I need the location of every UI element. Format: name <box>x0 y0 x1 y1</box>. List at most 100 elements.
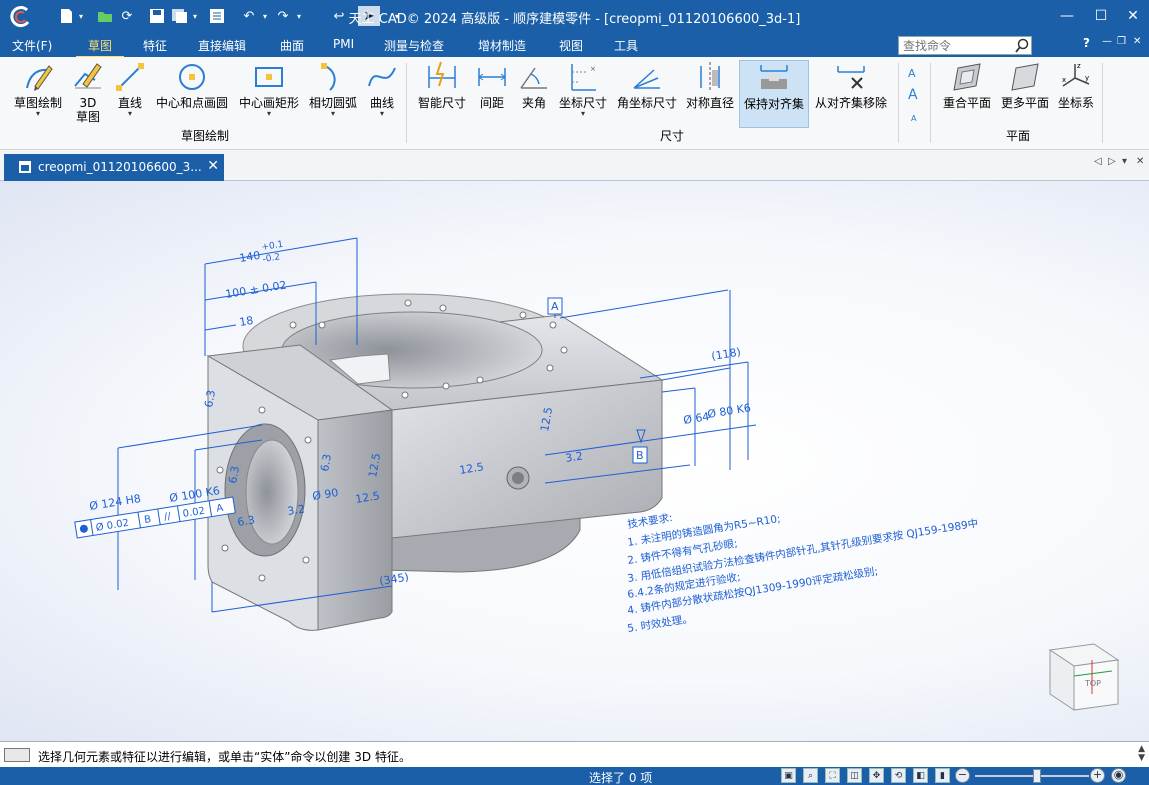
dim-6-3-d[interactable]: 6.3 <box>236 513 255 529</box>
line-button[interactable]: 直线 ▾ <box>112 60 148 128</box>
pan-icon[interactable]: ✥ <box>869 768 884 783</box>
tab-list-icon[interactable]: ▾ <box>1122 156 1127 167</box>
search-icon[interactable] <box>1014 36 1032 55</box>
menu-additive[interactable]: 增材制造 <box>478 37 526 54</box>
chevron-down-icon[interactable]: ▾ <box>267 110 271 118</box>
open-file-icon[interactable] <box>96 6 114 26</box>
zoom-slider-thumb[interactable] <box>1033 769 1041 783</box>
menu-file[interactable]: 文件(F) <box>12 37 52 54</box>
center-rectangle-button[interactable]: 中心画矩形 ▾ <box>236 60 302 128</box>
style-icon[interactable]: ◧ <box>913 768 928 783</box>
3d-sketch-button[interactable]: 3D 草图 <box>70 60 106 128</box>
tab-prev-icon[interactable]: ◁ <box>1094 156 1102 167</box>
redo-icon[interactable]: ↷ <box>274 6 292 26</box>
tab-next-icon[interactable]: ▷ <box>1108 156 1116 167</box>
menu-tools[interactable]: 工具 <box>614 37 638 54</box>
prompt-scroll-icon[interactable]: ▲ ▼ <box>1138 745 1145 763</box>
symmetric-diameter-button[interactable]: 对称直径 <box>683 60 737 128</box>
zoom-in-button[interactable]: + <box>1090 768 1105 783</box>
menu-direct-edit[interactable]: 直接编辑 <box>198 37 246 54</box>
coincident-plane-button[interactable]: 重合平面 <box>938 60 996 128</box>
zoom-slider[interactable] <box>975 775 1089 777</box>
keyboard-icon[interactable] <box>4 748 30 762</box>
save-as-icon[interactable] <box>170 6 188 26</box>
app-logo-icon[interactable] <box>8 5 32 29</box>
ribbon-close-icon[interactable]: ✕ <box>1133 36 1141 47</box>
remove-from-alignment-set-button[interactable]: 从对齐集移除 <box>811 60 891 128</box>
dim-d124[interactable]: Ø 124 H8 <box>88 492 141 513</box>
angle-button[interactable]: 夹角 <box>516 60 552 128</box>
menu-pmi[interactable]: PMI <box>333 37 354 51</box>
chevron-down-icon[interactable]: ▾ <box>581 110 585 118</box>
svg-text:z: z <box>1077 62 1081 70</box>
help-icon[interactable]: ? <box>1083 36 1090 50</box>
svg-text:x: x <box>1062 76 1066 84</box>
datum-b-front[interactable]: B <box>636 449 644 462</box>
undo-icon[interactable]: ↶ <box>240 6 258 26</box>
ribbon-restore-icon[interactable]: ❐ <box>1117 36 1126 47</box>
menu-measure[interactable]: 测量与检查 <box>384 37 444 54</box>
text-style-button[interactable]: AAA <box>904 63 926 131</box>
angular-coordinate-button[interactable]: 角坐标尺寸 <box>614 60 680 128</box>
minimize-button[interactable]: — <box>1051 4 1083 28</box>
save-icon[interactable] <box>148 6 166 26</box>
select-dropdown-icon[interactable]: ▾ <box>392 6 402 26</box>
coordinate-dimension-button[interactable]: × 坐标尺寸 ▾ <box>556 60 610 128</box>
tangent-arc-button[interactable]: 相切圆弧 ▾ <box>305 60 361 128</box>
dim-d64[interactable]: Ø 64 <box>682 410 710 427</box>
chevron-down-icon[interactable]: ▾ <box>36 110 40 118</box>
properties-icon[interactable] <box>208 6 226 26</box>
settings-icon[interactable]: ◉ <box>1111 768 1126 783</box>
close-button[interactable]: ✕ <box>1117 4 1149 28</box>
select-tool-icon[interactable]: ➤ <box>358 6 380 26</box>
dim-d80[interactable]: Ø 80 K6 <box>706 401 751 421</box>
maximize-button[interactable]: ☐ <box>1085 4 1117 28</box>
menu-feature[interactable]: 特征 <box>143 37 167 54</box>
repeat-icon[interactable]: ↩ <box>330 6 348 26</box>
command-search-input[interactable] <box>898 36 1032 55</box>
view-cube[interactable]: TOP <box>1048 643 1120 711</box>
view-orient-icon[interactable]: ◫ <box>847 768 862 783</box>
zoom-out-button[interactable]: − <box>955 768 970 783</box>
undo-dropdown-icon[interactable]: ▾ <box>260 6 270 26</box>
technical-requirements[interactable]: 技术要求: 1. 未注明的铸造圆角为R5~R10; 2. 铸件不得有气孔砂眼; … <box>626 511 979 635</box>
circle-center-button[interactable]: 中心和点画圆 <box>152 60 232 128</box>
dim-118[interactable]: (118) <box>710 345 741 362</box>
menu-view[interactable]: 视图 <box>559 37 583 54</box>
dim-3-2-b[interactable]: 3.2 <box>286 502 305 518</box>
new-dropdown-icon[interactable]: ▾ <box>76 6 86 26</box>
chevron-down-icon[interactable]: ▾ <box>380 110 384 118</box>
fit-icon[interactable]: ⛶ <box>825 768 840 783</box>
close-tab-icon[interactable]: ✕ <box>207 158 219 174</box>
document-tab[interactable]: creopmi_01120106600_3... ✕ <box>4 154 224 181</box>
refresh-icon[interactable]: ⟳ <box>118 6 136 26</box>
dim-140[interactable]: 140 <box>238 249 261 265</box>
part-model[interactable]: 140 +0.1 -0.2 100 ± 0.02 18 (118) Ø 64 Ø… <box>0 181 1149 741</box>
zoom-area-icon[interactable]: ▣ <box>781 768 796 783</box>
save-dropdown-icon[interactable]: ▾ <box>190 6 200 26</box>
more-planes-button[interactable]: 更多平面 <box>996 60 1054 128</box>
datum-a-top[interactable]: A <box>551 300 559 313</box>
dim-18[interactable]: 18 <box>238 314 254 329</box>
chevron-down-icon[interactable]: ▾ <box>331 110 335 118</box>
svg-text:A: A <box>911 114 917 123</box>
menu-sketch[interactable]: 草图 <box>75 37 125 58</box>
menu-surface[interactable]: 曲面 <box>280 37 304 54</box>
coordinate-system-button[interactable]: zy x 坐标系 <box>1054 60 1098 128</box>
graphics-viewport[interactable]: 140 +0.1 -0.2 100 ± 0.02 18 (118) Ø 64 Ø… <box>0 181 1149 741</box>
curve-button[interactable]: 曲线 ▾ <box>364 60 400 128</box>
lock-icon[interactable]: ▮ <box>935 768 950 783</box>
dim-100[interactable]: 100 ± 0.02 <box>224 278 287 300</box>
spacing-button[interactable]: 间距 <box>474 60 510 128</box>
dim-3-2-a[interactable]: 3.2 <box>564 449 583 465</box>
chevron-down-icon[interactable]: ▾ <box>128 110 132 118</box>
keep-alignment-set-button[interactable]: 保持对齐集 <box>739 60 809 128</box>
tab-close-all-icon[interactable]: ✕ <box>1136 156 1144 167</box>
new-file-icon[interactable] <box>58 6 74 26</box>
zoom-icon[interactable]: ⌕ <box>803 768 818 783</box>
ribbon-minimize-icon[interactable]: — <box>1102 36 1112 47</box>
smart-dimension-button[interactable]: 智能尺寸 <box>414 60 470 128</box>
sketch-button[interactable]: 草图绘制 ▾ <box>8 60 68 128</box>
redo-dropdown-icon[interactable]: ▾ <box>294 6 304 26</box>
rotate-icon[interactable]: ⟲ <box>891 768 906 783</box>
